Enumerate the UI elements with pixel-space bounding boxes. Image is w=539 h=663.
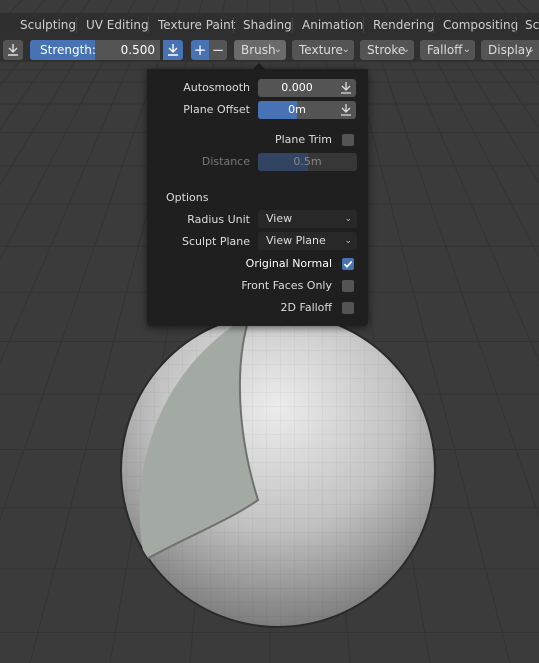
chevron-down-icon: ⌄	[526, 44, 535, 55]
workspace-tab-bar: Sculpting UV Editing Texture Paint Shadi…	[0, 13, 539, 37]
tab-texture-paint[interactable]: Texture Paint	[158, 13, 235, 37]
2d-falloff-label: 2D Falloff	[280, 301, 332, 314]
sculpt-plane-label: Sculpt Plane	[181, 235, 250, 248]
tab-scripting[interactable]: Scr	[525, 13, 539, 37]
radius-pressure-button[interactable]	[3, 40, 23, 60]
checkmark-icon	[343, 260, 353, 268]
autosmooth-value: 0.000	[281, 81, 313, 94]
plane-trim-checkbox[interactable]	[342, 134, 354, 146]
radius-unit-dropdown[interactable]: View ⌄	[258, 210, 357, 228]
chevron-down-icon: ⌄	[344, 214, 352, 224]
strength-label: Strength:	[40, 43, 96, 57]
pen-pressure-icon	[8, 44, 18, 56]
texture-menu[interactable]: Texture ⌄	[292, 40, 354, 60]
sculpt-plane-value: View Plane	[266, 234, 326, 247]
autosmooth-field[interactable]: 0.000	[258, 79, 336, 97]
direction-add-button[interactable]: +	[191, 40, 209, 60]
tab-rendering[interactable]: Rendering	[373, 13, 434, 37]
pen-pressure-icon	[341, 82, 351, 94]
chevron-down-icon: ⌄	[401, 44, 410, 55]
chevron-down-icon: ⌄	[273, 44, 282, 55]
plane-offset-label: Plane Offset	[183, 103, 250, 116]
front-faces-only-label: Front Faces Only	[241, 279, 332, 292]
brush-settings-popover: Autosmooth 0.000 Plane Offset 0m Plane T…	[147, 69, 368, 326]
direction-subtract-button[interactable]: −	[209, 40, 227, 60]
display-menu-label: Display	[488, 43, 533, 57]
chevron-down-icon: ⌄	[341, 44, 350, 55]
distance-field[interactable]: 0.5m	[258, 153, 357, 171]
plane-offset-value: 0m	[288, 103, 306, 116]
front-faces-only-checkbox[interactable]	[342, 280, 354, 292]
pen-pressure-icon	[168, 44, 178, 56]
radius-unit-label: Radius Unit	[187, 213, 250, 226]
autosmooth-label: Autosmooth	[183, 81, 250, 94]
tab-compositing[interactable]: Compositing	[443, 13, 518, 37]
falloff-menu-label: Falloff	[427, 43, 463, 57]
plane-trim-label: Plane Trim	[274, 133, 332, 146]
radius-unit-value: View	[266, 212, 293, 225]
stroke-menu[interactable]: Stroke ⌄	[360, 40, 414, 60]
tab-uv-editing[interactable]: UV Editing	[86, 13, 149, 37]
brush-menu-label: Brush	[241, 43, 276, 57]
strength-slider[interactable]: Strength: 0.500	[30, 40, 160, 60]
stroke-menu-label: Stroke	[367, 43, 406, 57]
tab-shading[interactable]: Shading	[243, 13, 292, 37]
strength-value: 0.500	[120, 43, 155, 57]
brush-menu[interactable]: Brush ⌄	[234, 40, 286, 60]
pen-pressure-icon	[341, 104, 351, 116]
strength-pressure-button[interactable]	[163, 40, 183, 60]
options-heading: Options	[166, 191, 209, 204]
distance-value: 0.5m	[293, 155, 322, 168]
chevron-down-icon: ⌄	[462, 44, 471, 55]
display-menu[interactable]: Display ⌄	[481, 40, 539, 60]
falloff-menu[interactable]: Falloff ⌄	[420, 40, 475, 60]
original-normal-label: Original Normal	[245, 257, 332, 270]
sculpt-plane-dropdown[interactable]: View Plane ⌄	[258, 232, 357, 250]
tab-animation[interactable]: Animation	[302, 13, 363, 37]
autosmooth-pressure-button[interactable]	[336, 79, 356, 97]
2d-falloff-checkbox[interactable]	[342, 302, 354, 314]
plane-offset-field[interactable]: 0m	[258, 101, 336, 119]
original-normal-checkbox[interactable]	[342, 258, 354, 270]
chevron-down-icon: ⌄	[344, 236, 352, 246]
plane-offset-pressure-button[interactable]	[336, 101, 356, 119]
texture-menu-label: Texture	[299, 43, 343, 57]
distance-label: Distance	[201, 155, 250, 168]
tab-sculpting[interactable]: Sculpting	[20, 13, 76, 37]
tool-settings-header: Strength: 0.500 + − Brush ⌄ Texture ⌄ Stro…	[0, 37, 539, 62]
